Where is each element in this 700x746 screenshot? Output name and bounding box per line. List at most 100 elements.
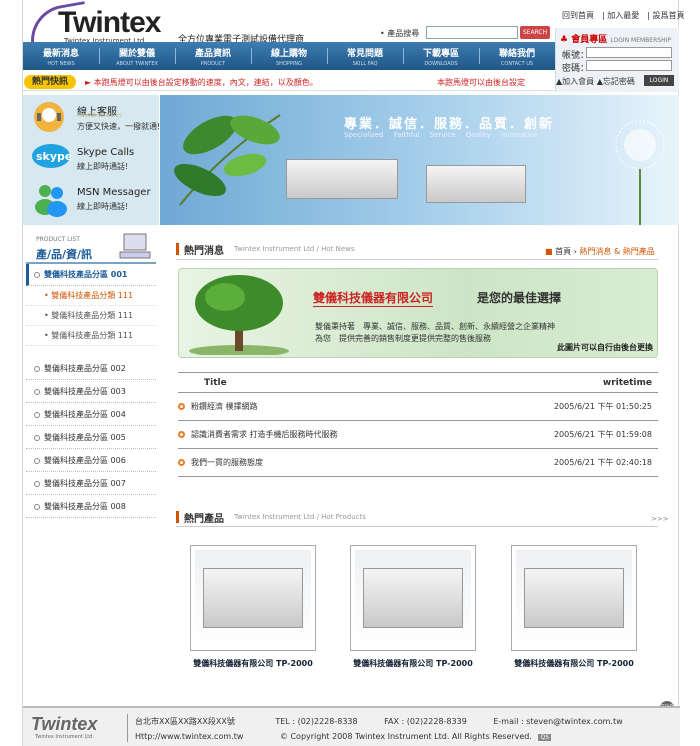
- sidebar-category[interactable]: 雙儀科技產品分區 007: [26, 473, 156, 495]
- main-nav: 最新消息 HOT NEWS 關於雙儀 ABOUT TWINTEX 產品資訊 PRODU…: [23, 42, 555, 70]
- col-writetime: writetime: [468, 372, 658, 393]
- sidebar-category[interactable]: 雙儀科技產品分區 006: [26, 450, 156, 472]
- product-card[interactable]: [511, 545, 637, 651]
- breadcrumb-current: 熱門消息 & 熱門產品: [579, 247, 655, 256]
- member-links: ▲加入會員 ▲忘記密碼: [556, 77, 635, 86]
- news-ticker: 熱門快訊 ► 本跑馬燈可以由後台設定移動的速度，內文，連結，以及顏色。 本跑馬燈…: [23, 73, 555, 91]
- nav-hot-news[interactable]: 最新消息 HOT NEWS: [23, 46, 99, 67]
- nav-product[interactable]: 產品資訊 PRODUCT: [175, 46, 251, 67]
- hot-news-heading: 熱門消息 Twintex Instrument Ltd / Hot News: [176, 241, 476, 259]
- ticker-text-2[interactable]: 本跑馬燈可以由後台設定: [437, 77, 525, 88]
- home-link[interactable]: 回到首頁: [562, 11, 594, 20]
- site-logo[interactable]: Twintex Twintex Instrument Ltd.: [25, 1, 178, 47]
- set-homepage-link[interactable]: 設爲首頁: [653, 11, 685, 20]
- ad-note: 此圖片可以自行由後台更換: [557, 343, 653, 352]
- sidebar-category[interactable]: 雙儀科技產品分區 008: [26, 496, 156, 518]
- account-label: 帳號：: [562, 51, 590, 61]
- members-icon: ♣: [560, 35, 569, 45]
- search-label: • 產品搜尋: [380, 29, 420, 38]
- sidebar-subcategory[interactable]: • 雙儀科技產品分類 111: [26, 306, 156, 326]
- product-image: [516, 550, 632, 646]
- member-login-panel: ♣ 會員專區 LOGIN MEMBERSHIP 帳號： 密碼： ▲加入會員 ▲忘…: [555, 28, 679, 92]
- leaves-illustration: [174, 114, 281, 206]
- contact-panel: 線上客服 ONLINE SERVICES 方便又快速，一撥就通! skype S…: [23, 95, 160, 225]
- search-button[interactable]: SEARCH: [520, 26, 550, 39]
- product-card[interactable]: [190, 545, 316, 651]
- table-row: 粉鑽經濟 樸擇網路 2005/6/21 下午 01:50:25: [178, 392, 658, 421]
- footer-copyright-line: Http://www.twintex.com.tw © Copyright 20…: [135, 732, 552, 741]
- sidebar-category[interactable]: 雙儀科技產品分區 003: [26, 381, 156, 403]
- sidebar-title: 產/品/資/訊: [36, 248, 93, 261]
- logo-text: Twintex: [58, 6, 161, 39]
- news-title[interactable]: 認識消費者需求 打造手機后服務時代服務: [178, 420, 469, 449]
- sidebar-category-001[interactable]: 雙儀科技產品分區 001: [26, 264, 156, 286]
- ticker-text[interactable]: ► 本跑馬燈可以由後台設定移動的速度，內文，連結，以及顏色。: [85, 77, 318, 88]
- footer-email[interactable]: E-mail : steven@twintex.com.tw: [493, 717, 622, 726]
- news-title[interactable]: 粉鑽經濟 樸擇網路: [178, 392, 469, 421]
- ad-company-name: 雙儀科技儀器有限公司: [313, 291, 434, 307]
- footer-tel: TEL : (02)2228-8338: [275, 717, 358, 726]
- hot-products-heading: 熱門產品 Twintex Instrument Ltd / Hot Produc…: [176, 509, 496, 527]
- sidebar-category[interactable]: 雙儀科技產品分區 004: [26, 404, 156, 426]
- ad-description-2: 為您 提供完善的銷售制度更提供完整的售後服務: [315, 334, 491, 343]
- ad-best-choice: 是您的最佳選擇: [477, 291, 562, 305]
- home-icon: ■: [545, 247, 553, 256]
- table-row: 我們一貫的服務態度 2005/6/21 下午 02:40:18: [178, 448, 658, 477]
- product-name[interactable]: 雙儀科技儀器有限公司 TP-2000: [499, 658, 649, 669]
- footer-logo: Twintex: [31, 714, 98, 734]
- footer: Twintex Twintex Instrument Ltd. 台北市XX區XX…: [23, 706, 680, 746]
- news-time: 2005/6/21 下午 01:59:08: [468, 420, 658, 449]
- instrument-image-1: [286, 159, 398, 199]
- favorites-link[interactable]: 加入最愛: [607, 11, 639, 20]
- footer-url[interactable]: Http://www.twintex.com.tw: [135, 732, 243, 741]
- forgot-password-link[interactable]: 忘記密碼: [603, 77, 635, 86]
- hero-tagline-en: Specialized Faithful Service Quality Inn…: [344, 131, 539, 139]
- more-products-link[interactable]: >>>: [651, 515, 669, 523]
- footer-copyright: © Copyright 2008 Twintex Instrument Ltd.…: [279, 732, 532, 741]
- news-title[interactable]: 我們一貫的服務態度: [178, 448, 469, 477]
- ad-description-1: 雙儀秉持著 專業、誠信、服務、品質、創新、永續經營之企業精神: [315, 322, 555, 331]
- nav-downloads[interactable]: 下載專區 DOWNLOADS: [403, 46, 479, 67]
- product-image: [195, 550, 311, 646]
- company-ad-banner[interactable]: 雙儀科技儀器有限公司 是您的最佳選擇 雙儀秉持著 專業、誠信、服務、品質、創新、…: [178, 268, 658, 358]
- footer-logo-sub: Twintex Instrument Ltd.: [35, 734, 94, 740]
- product-card[interactable]: [350, 545, 476, 651]
- breadcrumb-home[interactable]: 首頁: [555, 247, 571, 256]
- member-title: ♣ 會員專區 LOGIN MEMBERSHIP: [560, 35, 671, 45]
- online-service[interactable]: 線上客服 ONLINE SERVICES 方便又快速，一撥就通!: [31, 99, 160, 137]
- footer-contact-line: 台北市XX區XX路XX段XX號 TEL : (02)2228-8338 FAX …: [135, 716, 623, 727]
- sidebar-category[interactable]: 雙儀科技產品分區 005: [26, 427, 156, 449]
- sidebar-category[interactable]: 雙儀科技產品分區 002: [26, 358, 156, 380]
- skype-calls[interactable]: skype Skype Calls 線上即時通話!: [31, 141, 155, 179]
- join-member-link[interactable]: 加入會員: [562, 77, 594, 86]
- login-button[interactable]: LOGIN: [644, 75, 674, 86]
- password-input[interactable]: [586, 60, 672, 71]
- top-links: 回到首頁 | 加入最愛 | 設爲首頁: [562, 11, 685, 20]
- tree-image: [189, 275, 289, 355]
- news-time: 2005/6/21 下午 01:50:25: [468, 392, 658, 421]
- headset-icon: [34, 102, 64, 132]
- nav-faq[interactable]: 常見問題 SKILL FAQ: [327, 46, 403, 67]
- nav-contact[interactable]: 聯絡我們 CONTACT US: [479, 46, 555, 67]
- footer-fax: FAX : (02)2228-8339: [384, 717, 467, 726]
- breadcrumb: ■ 首頁 › 熱門消息 & 熱門產品: [545, 247, 655, 256]
- msn-messager[interactable]: MSN Messager 線上即時通話!: [31, 181, 155, 219]
- nav-shopping[interactable]: 線上購物 SHOPPING: [251, 46, 327, 67]
- account-input[interactable]: [586, 47, 672, 58]
- news-time: 2005/6/21 下午 02:40:18: [468, 448, 658, 477]
- page: Twintex Twintex Instrument Ltd. 全方位專業電子測…: [0, 0, 700, 746]
- hero-tagline: 專業．誠信．服務．品質．創新: [344, 117, 555, 132]
- qs-badge: QS: [538, 734, 552, 741]
- news-table: Title writetime 粉鑽經濟 樸擇網路 2005/6/21 下午 0…: [178, 372, 658, 477]
- footer-address: 台北市XX區XX路XX段XX號: [135, 717, 235, 726]
- col-title: Title: [178, 372, 469, 393]
- product-image: [355, 550, 471, 646]
- instrument-image-2: [426, 165, 526, 203]
- nav-about[interactable]: 關於雙儀 ABOUT TWINTEX: [99, 46, 175, 67]
- sidebar-subcategory[interactable]: • 雙儀科技產品分類 111: [26, 326, 156, 346]
- product-sidebar: PRODUCT LIST 產/品/資/訊 雙儀科技產品分區 001 • 雙儀科技…: [26, 232, 156, 532]
- product-name[interactable]: 雙儀科技儀器有限公司 TP-2000: [338, 658, 488, 669]
- search-input[interactable]: [426, 26, 518, 39]
- sidebar-subcategory[interactable]: • 雙儀科技產品分類 111: [26, 286, 156, 306]
- product-name[interactable]: 雙儀科技儀器有限公司 TP-2000: [178, 658, 328, 669]
